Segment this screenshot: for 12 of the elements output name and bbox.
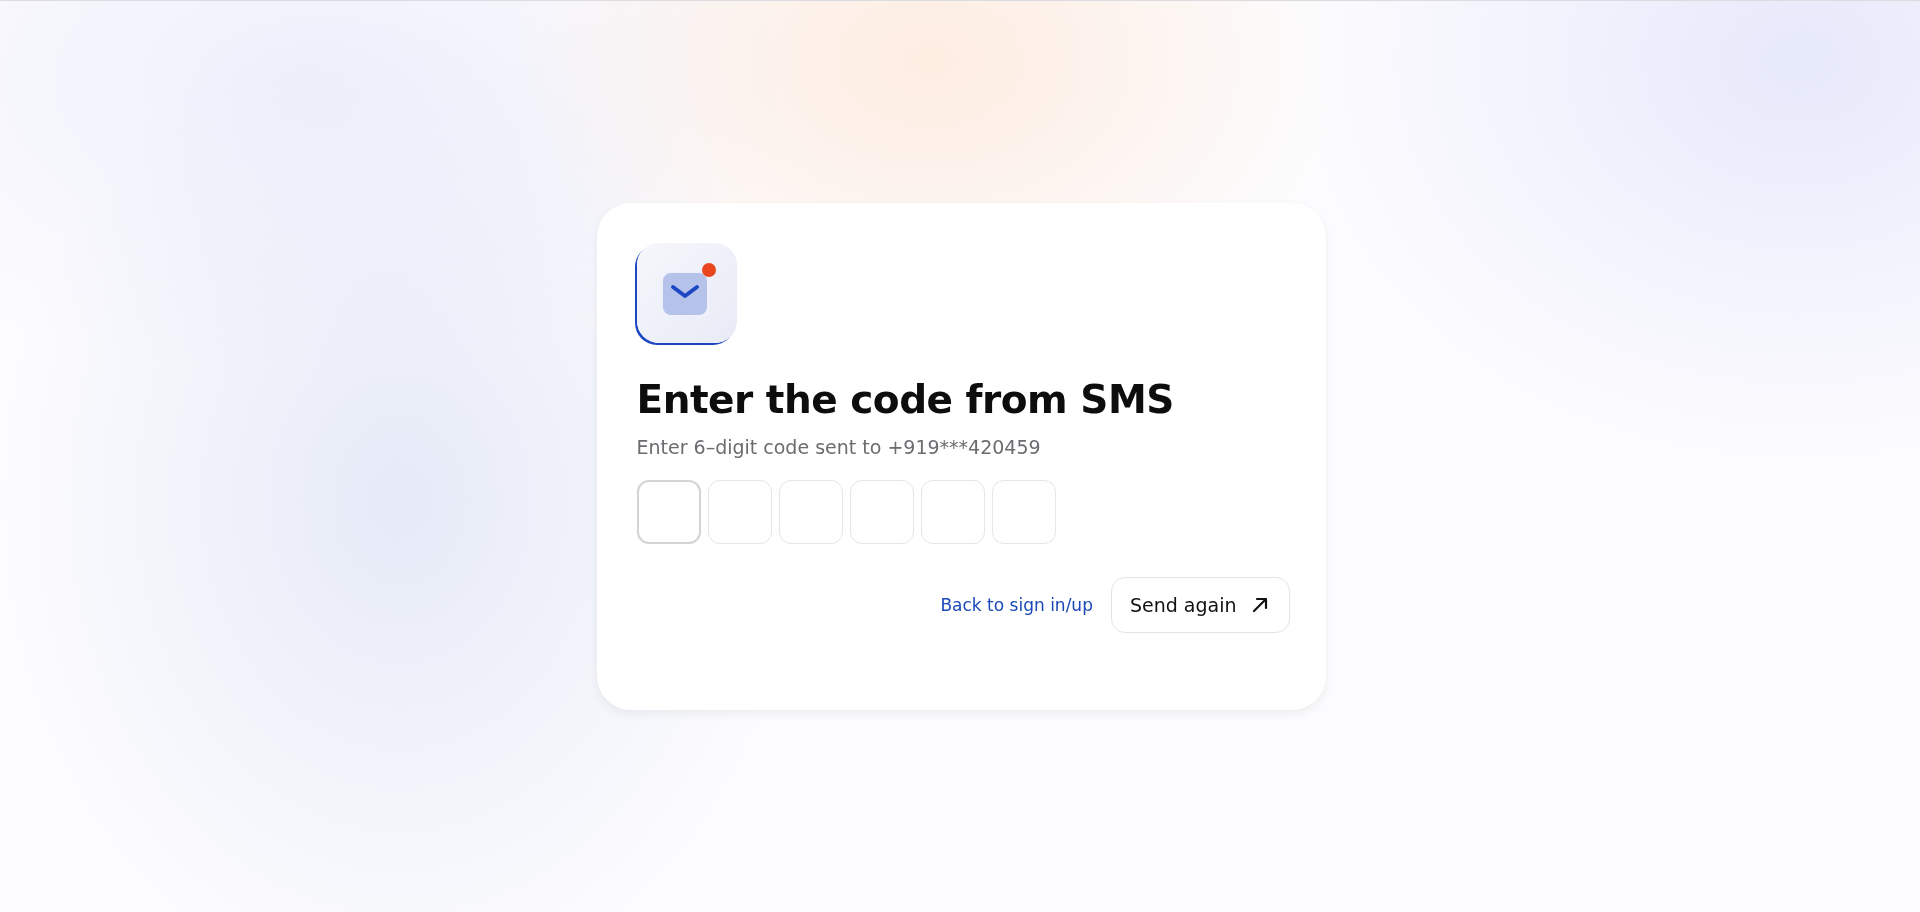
arrow-up-right-icon bbox=[1250, 596, 1269, 614]
send-again-button[interactable]: Send again bbox=[1110, 577, 1290, 633]
mail-app-icon bbox=[636, 243, 737, 343]
code-digit-field[interactable] bbox=[636, 480, 701, 544]
dialog-title: Enter the code from SMS bbox=[636, 377, 1175, 422]
code-digit-field[interactable] bbox=[849, 480, 914, 544]
code-digit-field[interactable] bbox=[707, 480, 772, 544]
back-link[interactable]: Back to sign in/up bbox=[940, 595, 1093, 615]
code-digit-field[interactable] bbox=[920, 480, 985, 544]
dialog-subtitle: Enter 6–digit code sent to +919***420459 bbox=[636, 436, 1042, 458]
code-digit-field[interactable] bbox=[778, 480, 843, 544]
code-digit-field[interactable] bbox=[991, 480, 1056, 544]
